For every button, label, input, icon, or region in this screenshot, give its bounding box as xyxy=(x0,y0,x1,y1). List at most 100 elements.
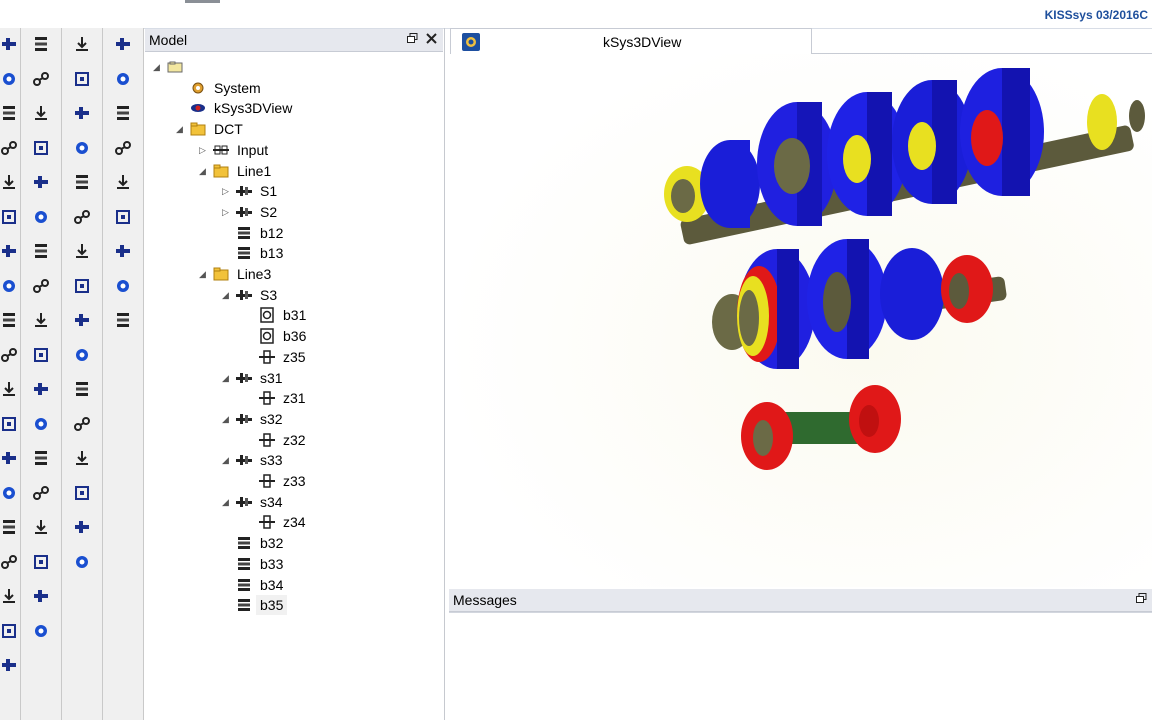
tool-icon xyxy=(32,277,50,299)
toolbar-tool-button[interactable] xyxy=(30,415,52,437)
toolbar-tool-button[interactable] xyxy=(0,242,20,264)
toolbar-tool-button[interactable] xyxy=(0,518,20,540)
toolbar-tool-button[interactable] xyxy=(0,70,20,92)
toolbar-tool-button[interactable] xyxy=(71,518,93,540)
tree-collapse-toggle[interactable]: ◢ xyxy=(222,409,232,429)
toolbar-tool-button[interactable] xyxy=(71,104,93,126)
toolbar-tool-button[interactable] xyxy=(112,104,134,126)
toolbar-tool-button[interactable] xyxy=(71,242,93,264)
ribbon-tab-stub[interactable] xyxy=(185,0,220,3)
tree-collapse-toggle[interactable]: ◢ xyxy=(222,368,232,388)
toolbar-tool-button[interactable] xyxy=(30,70,52,92)
toolbar-tool-button[interactable] xyxy=(30,518,52,540)
shaft-icon xyxy=(236,370,252,386)
toolbar-tool-button[interactable] xyxy=(71,449,93,471)
toolbar-tool-button[interactable] xyxy=(30,484,52,506)
toolbar-tool-button[interactable] xyxy=(0,484,20,506)
tree-collapse-toggle[interactable]: ◢ xyxy=(199,161,209,181)
toolbar-tool-button[interactable] xyxy=(71,35,93,57)
tab-ksys3dview[interactable]: kSys3DView xyxy=(450,28,812,55)
toolbar-tool-button[interactable] xyxy=(71,70,93,92)
system-icon xyxy=(190,80,206,96)
tool-icon xyxy=(32,518,50,540)
restore-icon[interactable] xyxy=(1134,589,1148,611)
tree-collapse-toggle[interactable]: ◢ xyxy=(176,119,186,139)
toolbar-tool-button[interactable] xyxy=(112,242,134,264)
toolbar-tool-button[interactable] xyxy=(0,346,20,368)
3d-viewport[interactable] xyxy=(447,54,1152,587)
toolbar-tool-button[interactable] xyxy=(30,208,52,230)
toolbar-tool-button[interactable] xyxy=(112,208,134,230)
toolbar-tool-button[interactable] xyxy=(71,139,93,161)
toolbar-tool-button[interactable] xyxy=(0,311,20,333)
tree-item-label: z34 xyxy=(283,514,306,531)
tool-icon xyxy=(114,311,132,333)
toolbar-tool-button[interactable] xyxy=(71,173,93,195)
tree-expand-toggle[interactable]: ▷ xyxy=(222,202,232,222)
gear-icon xyxy=(259,432,275,448)
toolbar-tool-button[interactable] xyxy=(30,104,52,126)
toolbar-tool-button[interactable] xyxy=(30,553,52,575)
tool-icon xyxy=(0,622,18,644)
toolbar-tool-button[interactable] xyxy=(0,35,20,57)
toolbar-tool-button[interactable] xyxy=(0,656,20,678)
toolbar-tool-button[interactable] xyxy=(71,484,93,506)
tree-collapse-toggle[interactable]: ◢ xyxy=(222,285,232,305)
toolbar-tool-button[interactable] xyxy=(112,311,134,333)
toolbar-tool-button[interactable] xyxy=(30,277,52,299)
toolbar-tool-button[interactable] xyxy=(0,208,20,230)
toolbar-tool-button[interactable] xyxy=(0,622,20,644)
toolbar-tool-button[interactable] xyxy=(30,311,52,333)
toolbar-tool-button[interactable] xyxy=(71,208,93,230)
tool-icon xyxy=(0,449,18,471)
toolbar-tool-button[interactable] xyxy=(30,587,52,609)
toolbar-tool-button[interactable] xyxy=(30,242,52,264)
messages-list[interactable] xyxy=(449,612,1152,721)
tree-collapse-toggle[interactable]: ◢ xyxy=(153,57,163,77)
toolbar-tool-button[interactable] xyxy=(71,346,93,368)
toolbar-tool-button[interactable] xyxy=(71,277,93,299)
toolbar-tool-button[interactable] xyxy=(112,173,134,195)
toolbar-tool-button[interactable] xyxy=(0,173,20,195)
toolbar-tool-button[interactable] xyxy=(30,380,52,402)
toolbar-tool-button[interactable] xyxy=(112,70,134,92)
toolbar-tool-button[interactable] xyxy=(112,139,134,161)
tool-icon xyxy=(0,173,18,195)
toolbar-tool-button[interactable] xyxy=(71,553,93,575)
tree-expand-toggle[interactable]: ▷ xyxy=(222,181,232,201)
toolbar-tool-button[interactable] xyxy=(0,139,20,161)
tree-collapse-toggle[interactable]: ◢ xyxy=(222,492,232,512)
tree-item-label: s33 xyxy=(260,452,283,469)
toolbar-tool-button[interactable] xyxy=(71,311,93,333)
tree-collapse-toggle[interactable]: ◢ xyxy=(199,264,209,284)
toolbar-tool-button[interactable] xyxy=(0,104,20,126)
tree-collapse-toggle[interactable]: ◢ xyxy=(222,450,232,470)
gearbox-3d-model[interactable] xyxy=(447,54,1152,587)
toolbar-tool-button[interactable] xyxy=(112,35,134,57)
toolbar-tool-button[interactable] xyxy=(0,553,20,575)
toolbar-tool-button[interactable] xyxy=(0,449,20,471)
toolbar-tool-button[interactable] xyxy=(30,449,52,471)
toolbar-tool-button[interactable] xyxy=(30,173,52,195)
tree-item-label: Line1 xyxy=(237,162,272,179)
toolbar-tool-button[interactable] xyxy=(112,277,134,299)
folder-icon xyxy=(213,163,229,179)
tool-icon xyxy=(0,104,18,126)
restore-icon[interactable] xyxy=(405,29,419,51)
close-icon[interactable] xyxy=(423,29,439,51)
toolbar-tool-button[interactable] xyxy=(30,139,52,161)
toolbar-tool-button[interactable] xyxy=(30,35,52,57)
tool-icon xyxy=(0,656,18,678)
toolbar-tool-button[interactable] xyxy=(71,415,93,437)
toolbar-tool-button[interactable] xyxy=(71,380,93,402)
toolbar-tool-button[interactable] xyxy=(0,277,20,299)
toolbar-tool-button[interactable] xyxy=(30,622,52,644)
rolling-bearing-icon xyxy=(259,328,275,344)
toolbar-tool-button[interactable] xyxy=(0,587,20,609)
tool-icon xyxy=(32,311,50,333)
toolbar-tool-button[interactable] xyxy=(0,380,20,402)
toolbar-tool-button[interactable] xyxy=(0,415,20,437)
toolbar-tool-button[interactable] xyxy=(30,346,52,368)
tree-expand-toggle[interactable]: ▷ xyxy=(199,140,209,160)
tool-icon xyxy=(32,449,50,471)
